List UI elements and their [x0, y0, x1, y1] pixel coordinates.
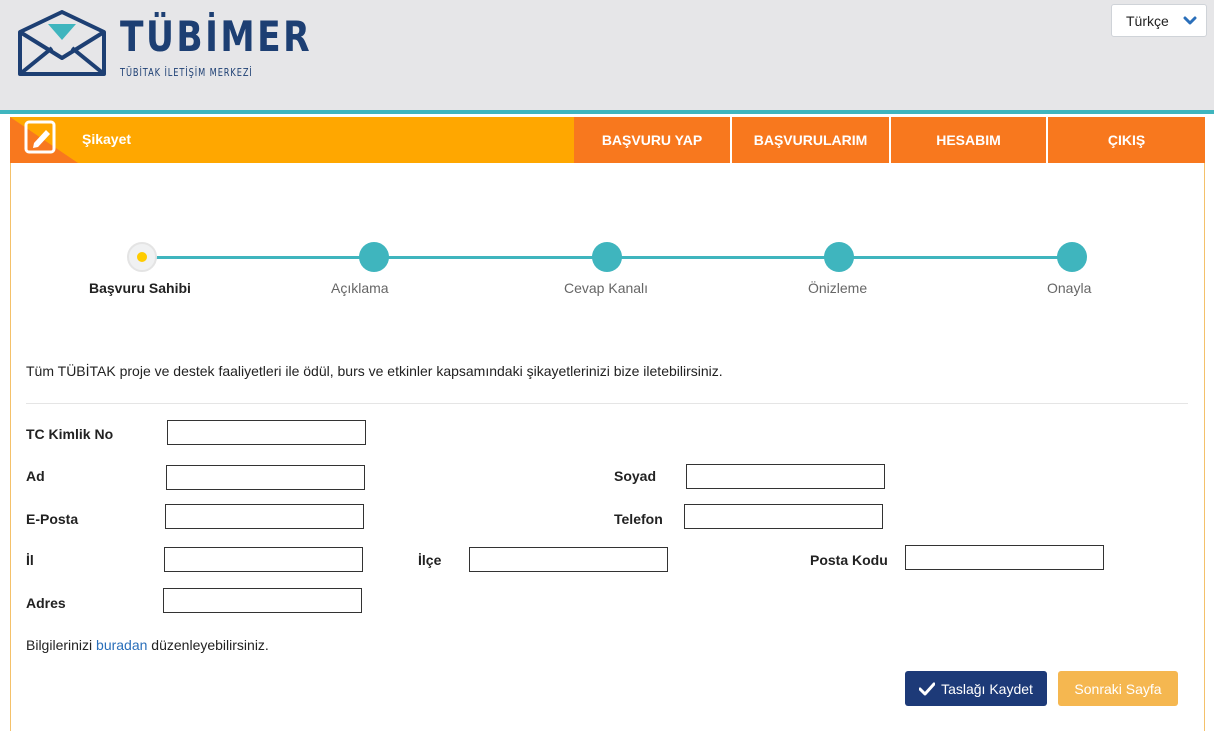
- tc-label: TC Kimlik No: [26, 426, 114, 442]
- telefon-label: Telefon: [614, 511, 663, 527]
- section-divider: [26, 403, 1188, 404]
- logo-subtitle: TÜBİTAK İLETİŞİM MERKEZİ: [120, 66, 253, 79]
- il-input[interactable]: [164, 547, 363, 572]
- step-dot-basvuru-sahibi[interactable]: [127, 242, 157, 272]
- save-draft-label: Taslağı Kaydet: [941, 680, 1033, 697]
- step-label: Açıklama: [331, 280, 389, 296]
- nav-item-hesabim[interactable]: HESABIM: [889, 117, 1046, 163]
- edit-info-text: Bilgilerinizi buradan düzenleyebilirsini…: [26, 637, 269, 653]
- header-divider: [0, 110, 1214, 114]
- language-select[interactable]: Türkçe: [1111, 4, 1207, 37]
- envelope-logo-icon: [18, 10, 106, 76]
- step-label: Cevap Kanalı: [564, 280, 649, 296]
- telefon-input[interactable]: [684, 504, 883, 529]
- section-title: Şikayet: [82, 131, 132, 147]
- tubimer-logo[interactable]: TÜBİMER TÜBİTAK İLETİŞİM MERKEZİ: [14, 10, 310, 86]
- il-label: İl: [26, 552, 34, 568]
- ilce-label: İlçe: [418, 552, 442, 568]
- chevron-down-icon: [1183, 16, 1197, 25]
- edit-info-link[interactable]: buradan: [96, 637, 147, 653]
- info-suffix: düzenleyebilirsiniz.: [147, 637, 269, 653]
- nav-menu: BAŞVURU YAP BAŞVURULARIM HESABIM ÇIKIŞ: [574, 117, 1205, 163]
- save-draft-button[interactable]: Taslağı Kaydet: [905, 671, 1047, 706]
- checkmark-icon: [919, 682, 936, 695]
- ad-input[interactable]: [166, 465, 365, 490]
- step-dot-aciklama[interactable]: [359, 242, 389, 272]
- adres-label: Adres: [26, 595, 66, 611]
- main-nav: Şikayet BAŞVURU YAP BAŞVURULARIM HESABIM…: [10, 117, 1205, 163]
- intro-text: Tüm TÜBİTAK proje ve destek faaliyetleri…: [26, 363, 723, 379]
- tc-input[interactable]: [167, 420, 366, 445]
- adres-input[interactable]: [163, 588, 362, 613]
- info-prefix: Bilgilerinizi: [26, 637, 97, 653]
- nav-item-basvuru-yap[interactable]: BAŞVURU YAP: [574, 117, 730, 163]
- complaint-pencil-icon: [10, 117, 78, 163]
- step-label: Onayla: [1047, 280, 1092, 296]
- step-dot-onayla[interactable]: [1057, 242, 1087, 272]
- posta-kodu-input[interactable]: [905, 545, 1104, 570]
- language-selected: Türkçe: [1126, 12, 1169, 29]
- eposta-label: E-Posta: [26, 511, 79, 527]
- step-label: Başvuru Sahibi: [89, 280, 191, 296]
- logo-title: TÜBİMER: [120, 12, 313, 61]
- step-dot-onizleme[interactable]: [824, 242, 854, 272]
- soyad-input[interactable]: [686, 464, 885, 489]
- nav-item-cikis[interactable]: ÇIKIŞ: [1046, 117, 1205, 163]
- step-dot-cevap-kanali[interactable]: [592, 242, 622, 272]
- next-page-button[interactable]: Sonraki Sayfa: [1058, 671, 1178, 706]
- posta-kodu-label: Posta Kodu: [810, 552, 888, 568]
- soyad-label: Soyad: [614, 468, 657, 484]
- ilce-input[interactable]: [469, 547, 668, 572]
- nav-item-basvurularim[interactable]: BAŞVURULARIM: [730, 117, 889, 163]
- eposta-input[interactable]: [165, 504, 364, 529]
- ad-label: Ad: [26, 468, 45, 484]
- site-header: TÜBİMER TÜBİTAK İLETİŞİM MERKEZİ Türkçe: [0, 0, 1214, 113]
- step-label: Önizleme: [808, 280, 868, 296]
